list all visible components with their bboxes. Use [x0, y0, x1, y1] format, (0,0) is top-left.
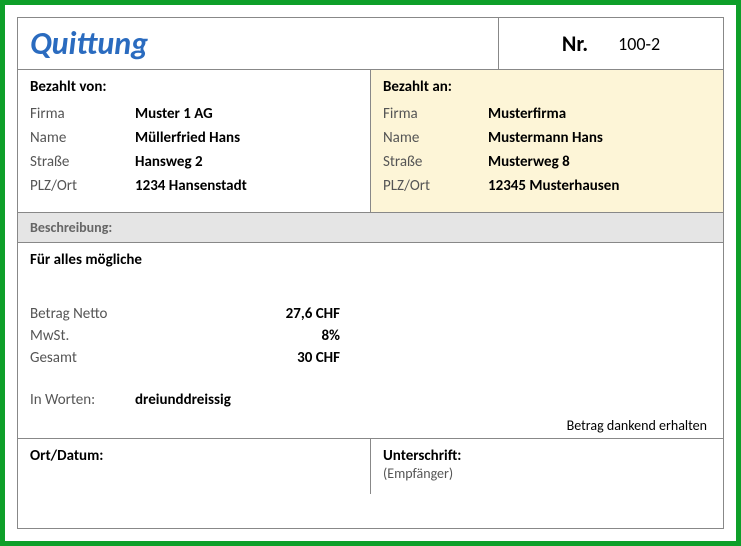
received-text: Betrag dankend erhalten [18, 415, 723, 439]
receipt-container: Quittung Nr. 100-2 Bezahlt von: Firma Mu… [17, 17, 724, 529]
signature-column: Unterschrift: (Empfänger) [370, 439, 723, 494]
outer-border: Quittung Nr. 100-2 Bezahlt von: Firma Mu… [0, 0, 741, 546]
payer-header: Bezahlt von: [30, 78, 358, 96]
payer-city-value: 1234 Hansenstadt [135, 177, 247, 195]
payee-name-value: Mustermann Hans [488, 129, 603, 147]
payer-firma-line: Firma Muster 1 AG [30, 102, 358, 126]
total-label: Gesamt [30, 349, 240, 367]
payer-name-label: Name [30, 129, 135, 147]
payee-name-label: Name [383, 129, 488, 147]
description-text: Für alles mögliche [18, 243, 723, 289]
payee-name-line: Name Mustermann Hans [383, 126, 711, 150]
payee-column: Bezahlt an: Firma Musterfirma Name Muste… [370, 70, 723, 212]
place-date-label: Ort/Datum: [30, 447, 358, 465]
payee-city-label: PLZ/Ort [383, 177, 488, 195]
payee-city-line: PLZ/Ort 12345 Musterhausen [383, 174, 711, 198]
payer-firma-value: Muster 1 AG [135, 105, 213, 123]
payer-name-value: Müllerfried Hans [135, 129, 240, 147]
vat-value: 8% [240, 327, 340, 345]
description-header: Beschreibung: [18, 212, 723, 243]
payer-street-label: Straße [30, 153, 135, 171]
place-date-column: Ort/Datum: [18, 439, 370, 494]
signature-row: Ort/Datum: Unterschrift: (Empfänger) [18, 439, 723, 494]
payee-street-value: Musterweg 8 [488, 153, 570, 171]
payer-column: Bezahlt von: Firma Muster 1 AG Name Müll… [18, 70, 370, 212]
vat-label: MwSt. [30, 327, 240, 345]
signature-sub: (Empfänger) [383, 465, 711, 482]
payee-firma-line: Firma Musterfirma [383, 102, 711, 126]
signature-label: Unterschrift: [383, 447, 711, 465]
words-label: In Worten: [30, 391, 135, 409]
payer-city-label: PLZ/Ort [30, 177, 135, 195]
net-value: 27,6 CHF [240, 305, 340, 323]
payee-firma-value: Musterfirma [488, 105, 566, 123]
payer-name-line: Name Müllerfried Hans [30, 126, 358, 150]
payee-firma-label: Firma [383, 105, 488, 123]
payee-city-value: 12345 Musterhausen [488, 177, 619, 195]
document-title: Quittung [30, 24, 148, 63]
net-line: Betrag Netto 27,6 CHF [30, 303, 711, 325]
number-label: Nr. [562, 30, 588, 57]
payer-city-line: PLZ/Ort 1234 Hansenstadt [30, 174, 358, 198]
party-row: Bezahlt von: Firma Muster 1 AG Name Müll… [18, 70, 723, 212]
amounts-block: Betrag Netto 27,6 CHF MwSt. 8% Gesamt 30… [18, 289, 723, 377]
total-line: Gesamt 30 CHF [30, 347, 711, 369]
payee-street-line: Straße Musterweg 8 [383, 150, 711, 174]
number-value: 100-2 [618, 33, 660, 55]
payer-street-value: Hansweg 2 [135, 153, 203, 171]
words-value: dreiunddreissig [135, 391, 231, 409]
net-label: Betrag Netto [30, 305, 240, 323]
vat-line: MwSt. 8% [30, 325, 711, 347]
words-line: In Worten: dreiunddreissig [18, 377, 723, 415]
title-cell: Quittung [18, 18, 498, 69]
payer-firma-label: Firma [30, 105, 135, 123]
payee-header: Bezahlt an: [383, 78, 711, 96]
payee-street-label: Straße [383, 153, 488, 171]
number-cell: Nr. 100-2 [498, 18, 723, 69]
header-row: Quittung Nr. 100-2 [18, 18, 723, 70]
payer-street-line: Straße Hansweg 2 [30, 150, 358, 174]
total-value: 30 CHF [240, 349, 340, 367]
